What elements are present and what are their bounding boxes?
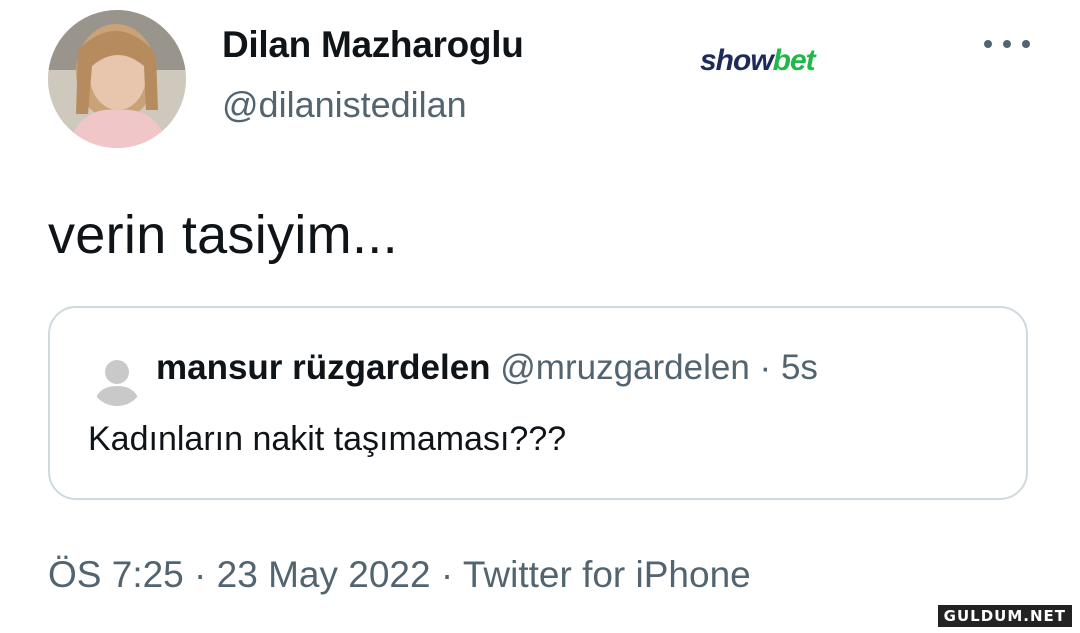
author-avatar-image <box>48 10 186 148</box>
more-dot <box>1022 40 1030 48</box>
quoted-tweet-text: Kadınların nakit taşımaması??? <box>88 420 567 458</box>
meta-separator: · <box>194 554 207 595</box>
default-avatar-icon[interactable] <box>90 352 144 406</box>
author-name[interactable]: Dilan Mazharoglu <box>222 24 524 66</box>
tweet-text: verin tasiyim... <box>48 205 398 265</box>
more-dot <box>984 40 992 48</box>
tweet-meta: ÖS 7:25 · 23 May 2022 · Twitter for iPho… <box>48 554 751 596</box>
quoted-separator: · <box>759 348 772 387</box>
quoted-author-handle[interactable]: @mruzgardelen <box>500 348 750 387</box>
brand-logo-part1: show <box>700 44 774 77</box>
author-avatar[interactable] <box>48 10 186 148</box>
more-dot <box>1003 40 1011 48</box>
tweet-source[interactable]: Twitter for iPhone <box>463 554 751 595</box>
more-options-icon[interactable] <box>984 24 1030 64</box>
quoted-tweet-header: mansur rüzgardelen @mruzgardelen · 5s <box>156 348 818 388</box>
brand-logo: showbet <box>700 44 816 78</box>
quoted-author-name[interactable]: mansur rüzgardelen <box>156 348 491 387</box>
quoted-tweet[interactable]: mansur rüzgardelen @mruzgardelen · 5s Ka… <box>48 306 1028 500</box>
site-watermark: GULDUM.NET <box>937 605 1072 627</box>
tweet-time[interactable]: ÖS 7:25 <box>48 554 184 595</box>
author-handle[interactable]: @dilanistedilan <box>222 84 467 126</box>
quoted-time[interactable]: 5s <box>781 348 818 387</box>
brand-logo-part2: bet <box>772 44 816 77</box>
meta-separator: · <box>440 554 454 595</box>
tweet-date[interactable]: 23 May 2022 <box>217 554 431 595</box>
